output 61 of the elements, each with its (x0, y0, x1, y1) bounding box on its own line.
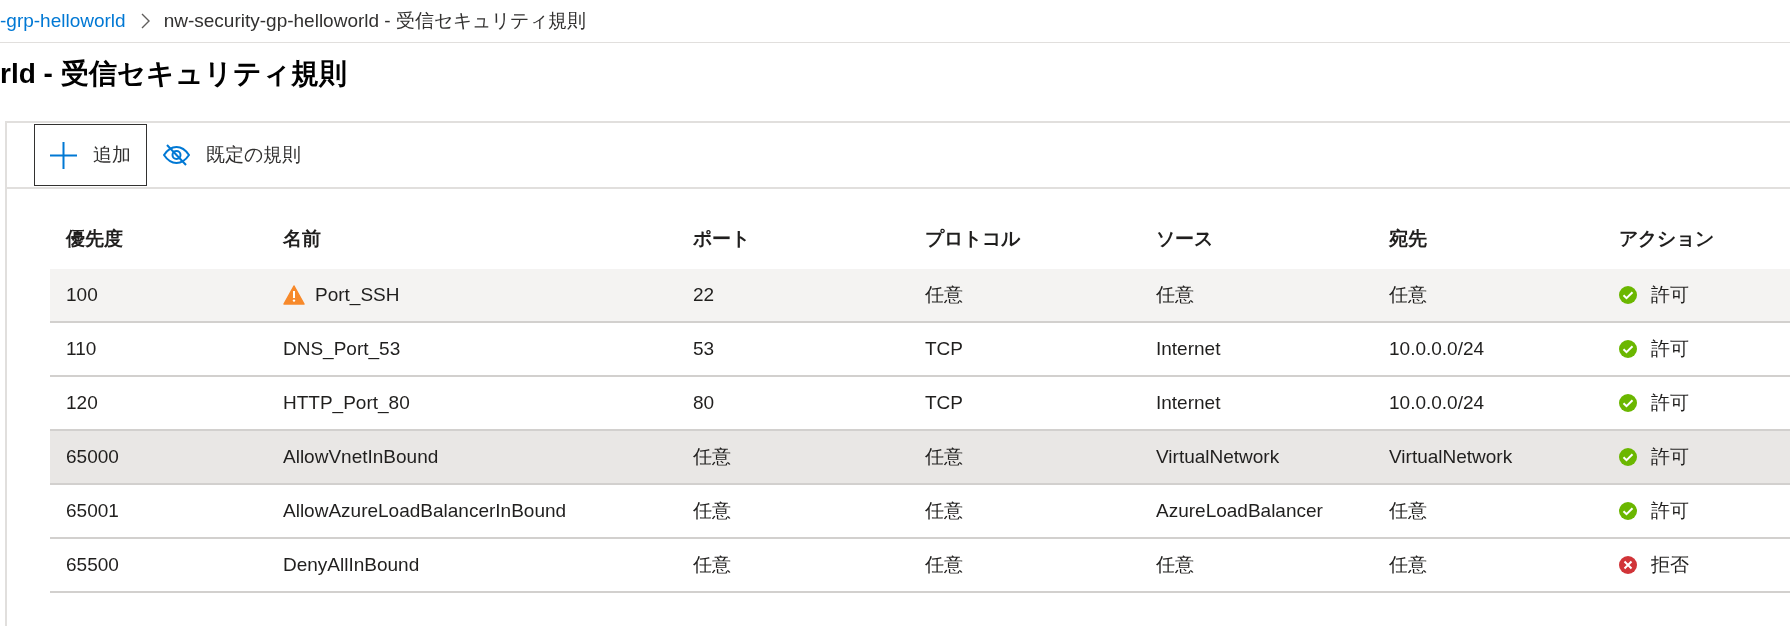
table-cell-text: 任意 (925, 445, 963, 469)
column-header[interactable]: アクション (1619, 226, 1714, 252)
table-cell: 120 (66, 392, 98, 414)
table-cell: TCP (925, 392, 963, 414)
table-cell: Internet (1156, 338, 1221, 360)
table-cell-text: 任意 (925, 553, 963, 577)
table-row[interactable]: 65500 DenyAllInBound 任意 任意 任意 任意 拒否 (50, 539, 1790, 593)
table-cell: 110 (66, 338, 97, 360)
table-cell: AllowAzureLoadBalancerInBound (283, 500, 567, 522)
table-cell-text: 許可 (1651, 445, 1689, 469)
table-cell: 10.0.0.0/24 (1389, 338, 1485, 360)
table-cell: VirtualNetwork (1389, 446, 1513, 468)
table-cell-text: 任意 (925, 283, 963, 307)
table-cell: 65001 (66, 500, 119, 522)
table-row[interactable]: 65001 AllowAzureLoadBalancerInBound 任意 任意 AzureLoadBalancer 任意 許可 (50, 485, 1790, 539)
table-cell-text: 任意 (1156, 283, 1194, 307)
table-cell: VirtualNetwork (1156, 446, 1280, 468)
table-cell: 80 (693, 392, 715, 414)
column-header[interactable]: ソース (1156, 226, 1213, 252)
table-cell: Port_SSH (315, 284, 400, 306)
table-row[interactable]: 65000 AllowVnetInBound 任意 任意 VirtualNetwork VirtualNetwork 許可 (50, 431, 1790, 485)
add-button[interactable]: 追加 (34, 124, 147, 186)
table-cell: 22 (693, 284, 715, 306)
table-cell-text: 任意 (1389, 553, 1427, 577)
table-cell-text: 任意 (1389, 283, 1427, 307)
table-cell-text: 任意 (1156, 553, 1194, 577)
table-cell-text: 任意 (693, 445, 731, 469)
column-header[interactable]: 宛先 (1389, 226, 1427, 252)
table-cell: DNS_Port_53 (283, 338, 401, 360)
table-cell: TCP (925, 338, 963, 360)
table-row[interactable]: 110 DNS_Port_53 53 TCP Internet 10.0.0.0/24 許可 (50, 323, 1790, 377)
table-cell-text: 許可 (1651, 283, 1689, 307)
table-cell-text: 拒否 (1651, 553, 1689, 577)
chevron-icon (139, 13, 150, 29)
plus-icon (50, 141, 77, 169)
table-cell-text: 許可 (1651, 337, 1689, 361)
table-cell: 65000 (66, 446, 119, 468)
table-cell-text: 許可 (1651, 499, 1689, 523)
eye-crossed-icon (163, 144, 190, 166)
table-cell: DenyAllInBound (283, 554, 420, 576)
table-cell-text: 任意 (693, 553, 731, 577)
page-title: rld - 受信セキュリティ規則 (0, 57, 347, 91)
table-cell-text: 任意 (693, 499, 731, 523)
table-row[interactable]: 100 Port_SSH 22 任意 任意 任意 許可 (50, 269, 1790, 323)
table-cell: AllowVnetInBound (283, 446, 439, 468)
table-cell: 10.0.0.0/24 (1389, 392, 1485, 414)
table-cell: 65500 (66, 554, 119, 576)
table-cell-text: 任意 (925, 499, 963, 523)
table-cell-text: 任意 (1389, 499, 1427, 523)
table-cell: 100 (66, 284, 98, 306)
table-cell: HTTP_Port_80 (283, 392, 410, 414)
table-cell: Internet (1156, 392, 1221, 414)
breadcrumb-link[interactable]: -grp-helloworld (0, 10, 126, 32)
column-header[interactable]: 優先度 (66, 226, 123, 252)
column-header[interactable]: 名前 (283, 226, 321, 252)
column-header[interactable]: プロトコル (925, 226, 1020, 252)
column-header[interactable]: ポート (693, 226, 750, 252)
table-cell-text: 許可 (1651, 391, 1689, 415)
table-cell: AzureLoadBalancer (1156, 500, 1323, 522)
breadcrumb-current: nw-security-gp-helloworld - 受信セキュリティ規則 (163, 9, 586, 33)
table-cell: 53 (693, 338, 715, 360)
